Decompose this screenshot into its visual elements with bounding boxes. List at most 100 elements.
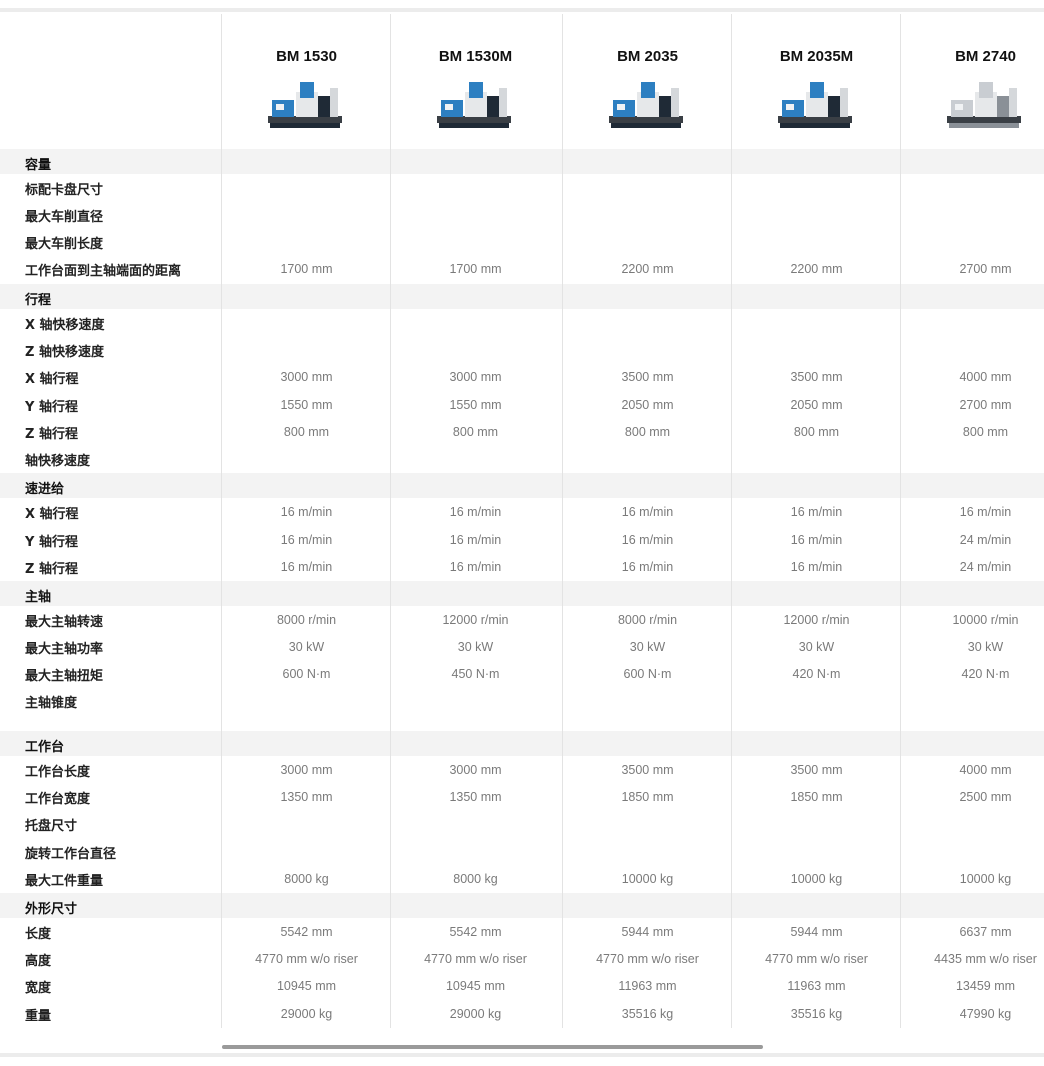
spec-label: X 轴行程 [25,372,79,387]
spec-value: 5944 mm [790,925,843,939]
spec-value: 11963 mm [787,979,846,993]
spec-value: 10945 mm [276,979,337,993]
spec-value: 16 m/min [790,505,843,519]
spec-row: Z 轴行程 16 m/min 16 m/min 16 m/min 16 m/min 24 … [0,554,1044,581]
spec-label: 最大主轴扭矩 [25,669,104,684]
spec-label: 托盘尺寸 [25,819,78,834]
spec-row: 最大车削长度 [0,229,1044,256]
spec-value: 3000 mm [449,763,502,777]
spec-value: 2050 mm [621,398,674,412]
spec-value: 4770 mm w/o riser [255,952,358,966]
spec-label: 重量 [25,1009,52,1024]
spec-value: 6637 mm [959,925,1012,939]
spec-value: 4770 mm w/o riser [765,952,868,966]
spec-row: 托盘尺寸 [0,811,1044,838]
spec-value: 10000 kg [621,872,674,886]
spec-row: 宽度 10945 mm 10945 mm 11963 mm 11963 mm 13459 … [0,973,1044,1000]
spec-value: 1550 mm [280,398,333,412]
spec-row: Z 轴行程 800 mm 800 mm 800 mm 800 mm 800 mm [0,419,1044,446]
spec-value: 16 m/min [280,505,333,519]
model-name: BM 1530 [276,48,337,65]
spec-value: 1550 mm [449,398,502,412]
spec-value: 2500 mm [959,790,1012,804]
spec-label: 标配卡盘尺寸 [25,183,104,198]
machine-image [435,78,515,132]
spec-row: 最大主轴转速 8000 r/min 12000 r/min 8000 r/min 120… [0,607,1044,634]
spec-value: 420 N·m [792,667,841,681]
spec-value: 3500 mm [621,370,674,384]
spec-value: 4770 mm w/o riser [424,952,527,966]
section-header: 行程 [0,284,1044,309]
spec-row: 工作台面到主轴端面的距离 1700 mm 1700 mm 2200 mm 2200 mm… [0,256,1044,283]
spec-value: 1700 mm [280,262,333,276]
machine-image [776,78,856,132]
spec-value: 800 mm [283,425,330,439]
spec-value: 4435 mm w/o riser [934,952,1037,966]
spec-row: Y 轴行程 16 m/min 16 m/min 16 m/min 16 m/min 24 … [0,527,1044,554]
spec-value: 3000 mm [280,370,333,384]
machine-image [945,78,1025,132]
section-header: 容量 [0,149,1044,174]
section-header: 主轴 [0,581,1044,606]
spec-value: 12000 r/min [783,613,850,627]
spec-value: 1850 mm [621,790,674,804]
spec-value: 2200 mm [621,262,674,276]
spec-value: 16 m/min [280,533,333,547]
spec-value: 35516 kg [790,1007,843,1021]
spec-label: 最大车削长度 [25,237,104,252]
column-divider [900,14,901,1028]
spec-value: 29000 kg [449,1007,502,1021]
spec-label: 旋转工作台直径 [25,847,117,862]
spec-value: 800 mm [452,425,499,439]
spec-row: Z 轴快移速度 [0,337,1044,364]
spec-value: 29000 kg [280,1007,333,1021]
section-title: 外形尺寸 [25,902,78,917]
spec-value: 2050 mm [790,398,843,412]
spec-value: 8000 r/min [617,613,678,627]
spec-value: 13459 mm [955,979,1016,993]
spec-label: 最大主轴转速 [25,615,104,630]
spec-label: Z 轴行程 [25,562,78,577]
spec-row: Y 轴行程 1550 mm 1550 mm 2050 mm 2050 mm 2700 mm [0,392,1044,419]
spec-value: 4000 mm [959,763,1012,777]
model-name: BM 2740 [955,48,1016,65]
spec-value: 16 m/min [449,533,502,547]
spec-value: 2700 mm [959,262,1012,276]
spec-value: 2700 mm [959,398,1012,412]
section-header: 外形尺寸 [0,893,1044,918]
horizontal-scrollbar[interactable] [222,1045,763,1049]
spec-label: Z 轴快移速度 [25,345,104,360]
spec-value: 800 mm [624,425,671,439]
section-title: 速进给 [25,482,65,497]
spec-label: X 轴快移速度 [25,318,105,333]
spec-value: 30 kW [457,640,494,654]
spec-row: X 轴快移速度 [0,310,1044,337]
spec-value: 16 m/min [621,533,674,547]
spec-value: 16 m/min [790,560,843,574]
spec-value: 1350 mm [449,790,502,804]
spec-value: 1850 mm [790,790,843,804]
spec-value: 5944 mm [621,925,674,939]
spec-value: 2200 mm [790,262,843,276]
spec-label: Y 轴行程 [25,535,78,550]
spec-value: 420 N·m [961,667,1010,681]
spec-value: 800 mm [793,425,840,439]
spec-value: 16 m/min [280,560,333,574]
spec-value: 600 N·m [623,667,672,681]
spec-row: 最大车削直径 [0,202,1044,229]
spec-label: 主轴锥度 [25,696,78,711]
spec-row: 工作台长度 3000 mm 3000 mm 3500 mm 3500 mm 4000 mm [0,757,1044,784]
spec-value: 47990 kg [959,1007,1012,1021]
spec-value: 24 m/min [959,560,1012,574]
spec-row: 长度 5542 mm 5542 mm 5944 mm 5944 mm 6637 mm [0,919,1044,946]
spec-row: 轴快移速度 [0,446,1044,473]
spec-value: 30 kW [967,640,1004,654]
spec-value: 12000 r/min [442,613,509,627]
section-title: 容量 [25,158,52,173]
top-divider [0,8,1044,12]
column-divider [562,14,563,1028]
spec-value: 1700 mm [449,262,502,276]
spec-value: 10000 kg [959,872,1012,886]
spec-value: 11963 mm [618,979,677,993]
spec-value: 16 m/min [621,560,674,574]
